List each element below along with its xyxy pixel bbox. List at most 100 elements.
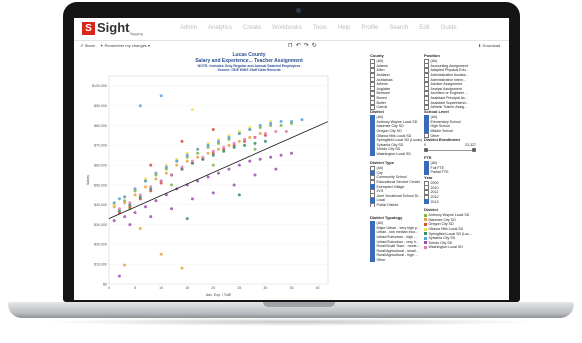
- data-point: [284, 129, 288, 133]
- legend-option[interactable]: Washington Local SD: [424, 245, 479, 250]
- nav-analytics[interactable]: Analytics: [208, 25, 232, 31]
- data-point: [117, 207, 121, 211]
- option-label: Adapted Physical Edu...: [430, 68, 469, 73]
- enrollment-slider[interactable]: [424, 148, 476, 153]
- y-tick-label: $0: [103, 282, 107, 286]
- data-point: [128, 223, 132, 227]
- option-label: (All): [376, 221, 383, 226]
- data-point: [206, 175, 210, 179]
- data-point: [217, 147, 220, 151]
- district-option[interactable]: Washington Local SD: [370, 151, 428, 157]
- position-option[interactable]: Administrative Assista...: [424, 72, 476, 78]
- data-point: [227, 167, 231, 171]
- logo-mark[interactable]: S: [82, 22, 95, 35]
- option-label: Ottawa Hills Local SD: [428, 227, 464, 232]
- option-label: Joint Vocational School Di...: [376, 193, 422, 198]
- option-label: Local: [376, 198, 386, 203]
- option-label: Rural/Agricultural - small...: [376, 248, 419, 253]
- district-type-option[interactable]: Joint Vocational School Di...: [370, 193, 428, 199]
- nav-admin[interactable]: Admin: [180, 25, 197, 31]
- data-point: [211, 191, 215, 195]
- district-typology-option[interactable]: Major Urban - very high p...: [370, 225, 428, 231]
- nav-search[interactable]: Search: [389, 25, 408, 31]
- nav-tools[interactable]: Tools: [313, 25, 327, 31]
- y-tick-label: $20,000: [94, 243, 107, 247]
- checkbox[interactable]: [370, 151, 375, 157]
- nav-workbooks[interactable]: Workbooks: [272, 25, 302, 31]
- x-axis-label: Adv. Exp. / TotE: [206, 293, 232, 297]
- data-point: [128, 201, 132, 205]
- enrollment-filter: District Enrollment 0 23,327: [424, 137, 476, 153]
- data-point: [196, 155, 200, 159]
- checkbox[interactable]: [370, 202, 375, 208]
- position-title: Position: [424, 53, 440, 58]
- remember-changes-button[interactable]: ✦ Remember my changes ▾: [100, 43, 150, 48]
- option-label: Partial FTE: [430, 170, 449, 175]
- nav-profile[interactable]: Profile: [361, 25, 378, 31]
- y-axis-label: Salary: [86, 175, 90, 185]
- redo-icon[interactable]: ↷: [304, 42, 309, 49]
- legend-option[interactable]: Springfield Local SD (Luc...: [424, 231, 479, 236]
- data-point: [133, 211, 137, 215]
- logo-name[interactable]: Sight: [97, 20, 130, 35]
- data-point: [159, 252, 163, 256]
- data-point: [175, 163, 179, 167]
- x-tick-label: 10: [159, 286, 163, 290]
- refresh-icon[interactable]: ↻: [312, 42, 317, 49]
- data-point: [112, 201, 116, 205]
- lock-icon[interactable]: ⊓: [288, 42, 293, 49]
- data-point: [175, 159, 179, 163]
- checkbox[interactable]: [424, 199, 429, 204]
- district-typology-option[interactable]: Other: [370, 257, 428, 263]
- data-point: [232, 183, 236, 187]
- option-label: (All): [376, 59, 383, 64]
- x-tick-label: 35: [290, 286, 294, 290]
- data-point: [274, 167, 278, 171]
- slider-min-handle[interactable]: [424, 148, 428, 153]
- position-option[interactable]: Assistant Superintend...: [424, 100, 476, 105]
- undo-icon[interactable]: ↶: [296, 42, 301, 49]
- download-button[interactable]: ⬇ Download: [478, 43, 500, 48]
- data-point: [263, 131, 267, 135]
- scatter-plot[interactable]: $0 $10,000 $20,000 $30,000 $40,000 $50,000 $60…: [84, 72, 334, 298]
- option-label: Educational Service Center: [376, 180, 421, 185]
- slider-track: [426, 149, 474, 151]
- year-option[interactable]: 2013: [424, 199, 476, 204]
- data-point: [117, 197, 121, 201]
- position-option[interactable]: Adapted Physical Edu...: [424, 68, 476, 73]
- legend-swatch: [424, 218, 427, 222]
- county-filter: County (All) Adams Allen Ashland Ashtabula Ath…: [370, 53, 420, 110]
- district-type-option[interactable]: Public District: [370, 202, 428, 208]
- data-point: [133, 193, 137, 197]
- option-label: Belmont: [376, 91, 390, 96]
- data-point: [154, 171, 158, 175]
- option-label: Adviser Assignment: [430, 82, 463, 87]
- share-button[interactable]: ⇗ Share: [80, 43, 95, 48]
- option-label: (All): [376, 115, 383, 120]
- data-point: [170, 183, 174, 187]
- data-point: [138, 227, 142, 231]
- legend-swatch: [424, 236, 427, 240]
- slider-max-handle[interactable]: [472, 148, 476, 153]
- data-point: [154, 199, 158, 203]
- y-tick-label: $90,000: [94, 104, 107, 108]
- district-type-option[interactable]: Educational Service Center: [370, 179, 428, 185]
- checkbox[interactable]: [370, 257, 375, 263]
- district-typology-filter: District Typology (All) Major Urban - very…: [370, 215, 428, 263]
- data-point: [253, 135, 257, 139]
- nav-help[interactable]: Help: [338, 25, 350, 31]
- option-label: Allen: [376, 68, 385, 73]
- district-option[interactable]: Springfield Local SD (Lucas): [370, 137, 428, 143]
- data-point: [149, 163, 153, 167]
- data-point: [170, 207, 174, 211]
- data-point: [149, 185, 153, 189]
- nav-guide[interactable]: Guide: [441, 25, 457, 31]
- district-type-filter: District Type (All) City Community School Ed…: [370, 160, 428, 208]
- data-point: [211, 149, 215, 153]
- data-point: [253, 141, 257, 145]
- nav-edit[interactable]: Edit: [419, 25, 429, 31]
- nav-create[interactable]: Create: [243, 25, 261, 31]
- screen: S Sight Tagging Admin Analytics Create Work…: [74, 18, 509, 300]
- data-point: [232, 141, 236, 145]
- district-typology-option[interactable]: Rural/Small Town - mode...: [370, 243, 428, 249]
